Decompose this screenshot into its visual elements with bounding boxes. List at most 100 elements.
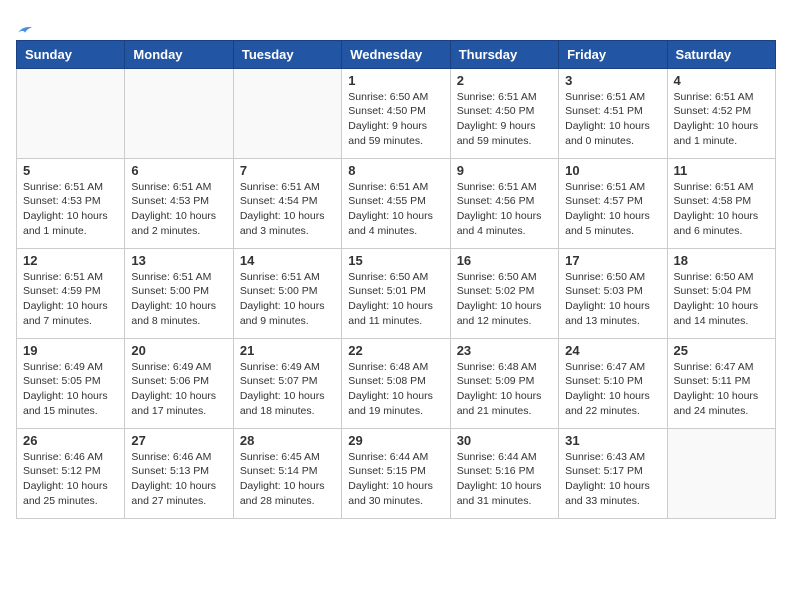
day-number-25: 25: [674, 343, 769, 358]
weekday-header-row: SundayMondayTuesdayWednesdayThursdayFrid…: [17, 40, 776, 68]
day-info-8: Sunrise: 6:51 AMSunset: 4:55 PMDaylight:…: [348, 180, 443, 239]
day-cell-11: 11 Sunrise: 6:51 AMSunset: 4:58 PMDayligh…: [667, 158, 775, 248]
day-info-1: Sunrise: 6:50 AMSunset: 4:50 PMDaylight:…: [348, 90, 443, 149]
day-info-29: Sunrise: 6:44 AMSunset: 5:15 PMDaylight:…: [348, 450, 443, 509]
day-info-24: Sunrise: 6:47 AMSunset: 5:10 PMDaylight:…: [565, 360, 660, 419]
day-number-18: 18: [674, 253, 769, 268]
weekday-header-sunday: Sunday: [17, 40, 125, 68]
day-number-28: 28: [240, 433, 335, 448]
day-info-6: Sunrise: 6:51 AMSunset: 4:53 PMDaylight:…: [131, 180, 226, 239]
day-cell-20: 20 Sunrise: 6:49 AMSunset: 5:06 PMDayligh…: [125, 338, 233, 428]
day-number-26: 26: [23, 433, 118, 448]
day-number-24: 24: [565, 343, 660, 358]
day-info-21: Sunrise: 6:49 AMSunset: 5:07 PMDaylight:…: [240, 360, 335, 419]
week-row-5: 26 Sunrise: 6:46 AMSunset: 5:12 PMDayligh…: [17, 428, 776, 518]
weekday-header-saturday: Saturday: [667, 40, 775, 68]
day-cell-2: 2 Sunrise: 6:51 AMSunset: 4:50 PMDaylight…: [450, 68, 558, 158]
day-cell-26: 26 Sunrise: 6:46 AMSunset: 5:12 PMDayligh…: [17, 428, 125, 518]
day-number-5: 5: [23, 163, 118, 178]
day-number-1: 1: [348, 73, 443, 88]
day-cell-17: 17 Sunrise: 6:50 AMSunset: 5:03 PMDayligh…: [559, 248, 667, 338]
day-cell-9: 9Sunrise: 6:51 AMSunset: 4:56 PMDaylight…: [450, 158, 558, 248]
empty-cell: [125, 68, 233, 158]
day-number-23: 23: [457, 343, 552, 358]
day-number-29: 29: [348, 433, 443, 448]
day-info-2: Sunrise: 6:51 AMSunset: 4:50 PMDaylight:…: [457, 90, 552, 149]
day-number-11: 11: [674, 163, 769, 178]
day-cell-25: 25 Sunrise: 6:47 AMSunset: 5:11 PMDayligh…: [667, 338, 775, 428]
day-info-15: Sunrise: 6:50 AMSunset: 5:01 PMDaylight:…: [348, 270, 443, 329]
day-cell-13: 13 Sunrise: 6:51 AMSunset: 5:00 PMDayligh…: [125, 248, 233, 338]
day-cell-27: 27 Sunrise: 6:46 AMSunset: 5:13 PMDayligh…: [125, 428, 233, 518]
day-info-30: Sunrise: 6:44 AMSunset: 5:16 PMDaylight:…: [457, 450, 552, 509]
empty-cell: [233, 68, 341, 158]
day-info-18: Sunrise: 6:50 AMSunset: 5:04 PMDaylight:…: [674, 270, 769, 329]
day-info-7: Sunrise: 6:51 AMSunset: 4:54 PMDaylight:…: [240, 180, 335, 239]
day-info-10: Sunrise: 6:51 AMSunset: 4:57 PMDaylight:…: [565, 180, 660, 239]
day-cell-24: 24 Sunrise: 6:47 AMSunset: 5:10 PMDayligh…: [559, 338, 667, 428]
day-cell-28: 28 Sunrise: 6:45 AMSunset: 5:14 PMDayligh…: [233, 428, 341, 518]
day-cell-8: 8 Sunrise: 6:51 AMSunset: 4:55 PMDaylight…: [342, 158, 450, 248]
day-number-17: 17: [565, 253, 660, 268]
day-number-16: 16: [457, 253, 552, 268]
day-number-13: 13: [131, 253, 226, 268]
day-number-6: 6: [131, 163, 226, 178]
day-cell-21: 21 Sunrise: 6:49 AMSunset: 5:07 PMDayligh…: [233, 338, 341, 428]
day-number-31: 31: [565, 433, 660, 448]
calendar-table: SundayMondayTuesdayWednesdayThursdayFrid…: [16, 40, 776, 519]
weekday-header-tuesday: Tuesday: [233, 40, 341, 68]
empty-cell: [17, 68, 125, 158]
week-row-3: 12 Sunrise: 6:51 AMSunset: 4:59 PMDayligh…: [17, 248, 776, 338]
week-row-4: 19 Sunrise: 6:49 AMSunset: 5:05 PMDayligh…: [17, 338, 776, 428]
day-number-12: 12: [23, 253, 118, 268]
day-cell-10: 10 Sunrise: 6:51 AMSunset: 4:57 PMDayligh…: [559, 158, 667, 248]
day-info-19: Sunrise: 6:49 AMSunset: 5:05 PMDaylight:…: [23, 360, 118, 419]
day-cell-16: 16Sunrise: 6:50 AMSunset: 5:02 PMDayligh…: [450, 248, 558, 338]
day-cell-29: 29 Sunrise: 6:44 AMSunset: 5:15 PMDayligh…: [342, 428, 450, 518]
day-cell-1: 1 Sunrise: 6:50 AMSunset: 4:50 PMDaylight…: [342, 68, 450, 158]
day-cell-3: 3 Sunrise: 6:51 AMSunset: 4:51 PMDaylight…: [559, 68, 667, 158]
day-number-3: 3: [565, 73, 660, 88]
day-number-30: 30: [457, 433, 552, 448]
day-info-14: Sunrise: 6:51 AMSunset: 5:00 PMDaylight:…: [240, 270, 335, 329]
day-cell-30: 30 Sunrise: 6:44 AMSunset: 5:16 PMDayligh…: [450, 428, 558, 518]
day-cell-6: 6 Sunrise: 6:51 AMSunset: 4:53 PMDaylight…: [125, 158, 233, 248]
weekday-header-thursday: Thursday: [450, 40, 558, 68]
day-info-23: Sunrise: 6:48 AMSunset: 5:09 PMDaylight:…: [457, 360, 552, 419]
week-row-1: 1 Sunrise: 6:50 AMSunset: 4:50 PMDaylight…: [17, 68, 776, 158]
day-cell-5: 5Sunrise: 6:51 AMSunset: 4:53 PMDaylight…: [17, 158, 125, 248]
day-cell-12: 12 Sunrise: 6:51 AMSunset: 4:59 PMDayligh…: [17, 248, 125, 338]
day-info-26: Sunrise: 6:46 AMSunset: 5:12 PMDaylight:…: [23, 450, 118, 509]
day-info-3: Sunrise: 6:51 AMSunset: 4:51 PMDaylight:…: [565, 90, 660, 149]
day-number-8: 8: [348, 163, 443, 178]
day-info-27: Sunrise: 6:46 AMSunset: 5:13 PMDaylight:…: [131, 450, 226, 509]
day-cell-18: 18 Sunrise: 6:50 AMSunset: 5:04 PMDayligh…: [667, 248, 775, 338]
day-number-27: 27: [131, 433, 226, 448]
day-number-10: 10: [565, 163, 660, 178]
day-info-22: Sunrise: 6:48 AMSunset: 5:08 PMDaylight:…: [348, 360, 443, 419]
day-info-12: Sunrise: 6:51 AMSunset: 4:59 PMDaylight:…: [23, 270, 118, 329]
day-cell-7: 7 Sunrise: 6:51 AMSunset: 4:54 PMDaylight…: [233, 158, 341, 248]
day-info-20: Sunrise: 6:49 AMSunset: 5:06 PMDaylight:…: [131, 360, 226, 419]
day-info-9: Sunrise: 6:51 AMSunset: 4:56 PMDaylight:…: [457, 180, 552, 239]
day-cell-31: 31 Sunrise: 6:43 AMSunset: 5:17 PMDayligh…: [559, 428, 667, 518]
day-info-13: Sunrise: 6:51 AMSunset: 5:00 PMDaylight:…: [131, 270, 226, 329]
day-info-28: Sunrise: 6:45 AMSunset: 5:14 PMDaylight:…: [240, 450, 335, 509]
day-cell-19: 19 Sunrise: 6:49 AMSunset: 5:05 PMDayligh…: [17, 338, 125, 428]
logo: [16, 20, 34, 40]
day-number-21: 21: [240, 343, 335, 358]
day-number-7: 7: [240, 163, 335, 178]
day-number-20: 20: [131, 343, 226, 358]
day-info-11: Sunrise: 6:51 AMSunset: 4:58 PMDaylight:…: [674, 180, 769, 239]
day-info-17: Sunrise: 6:50 AMSunset: 5:03 PMDaylight:…: [565, 270, 660, 329]
day-cell-23: 23 Sunrise: 6:48 AMSunset: 5:09 PMDayligh…: [450, 338, 558, 428]
day-number-19: 19: [23, 343, 118, 358]
day-number-22: 22: [348, 343, 443, 358]
day-cell-15: 15Sunrise: 6:50 AMSunset: 5:01 PMDayligh…: [342, 248, 450, 338]
day-number-14: 14: [240, 253, 335, 268]
weekday-header-monday: Monday: [125, 40, 233, 68]
day-info-31: Sunrise: 6:43 AMSunset: 5:17 PMDaylight:…: [565, 450, 660, 509]
day-number-2: 2: [457, 73, 552, 88]
day-info-25: Sunrise: 6:47 AMSunset: 5:11 PMDaylight:…: [674, 360, 769, 419]
weekday-header-wednesday: Wednesday: [342, 40, 450, 68]
